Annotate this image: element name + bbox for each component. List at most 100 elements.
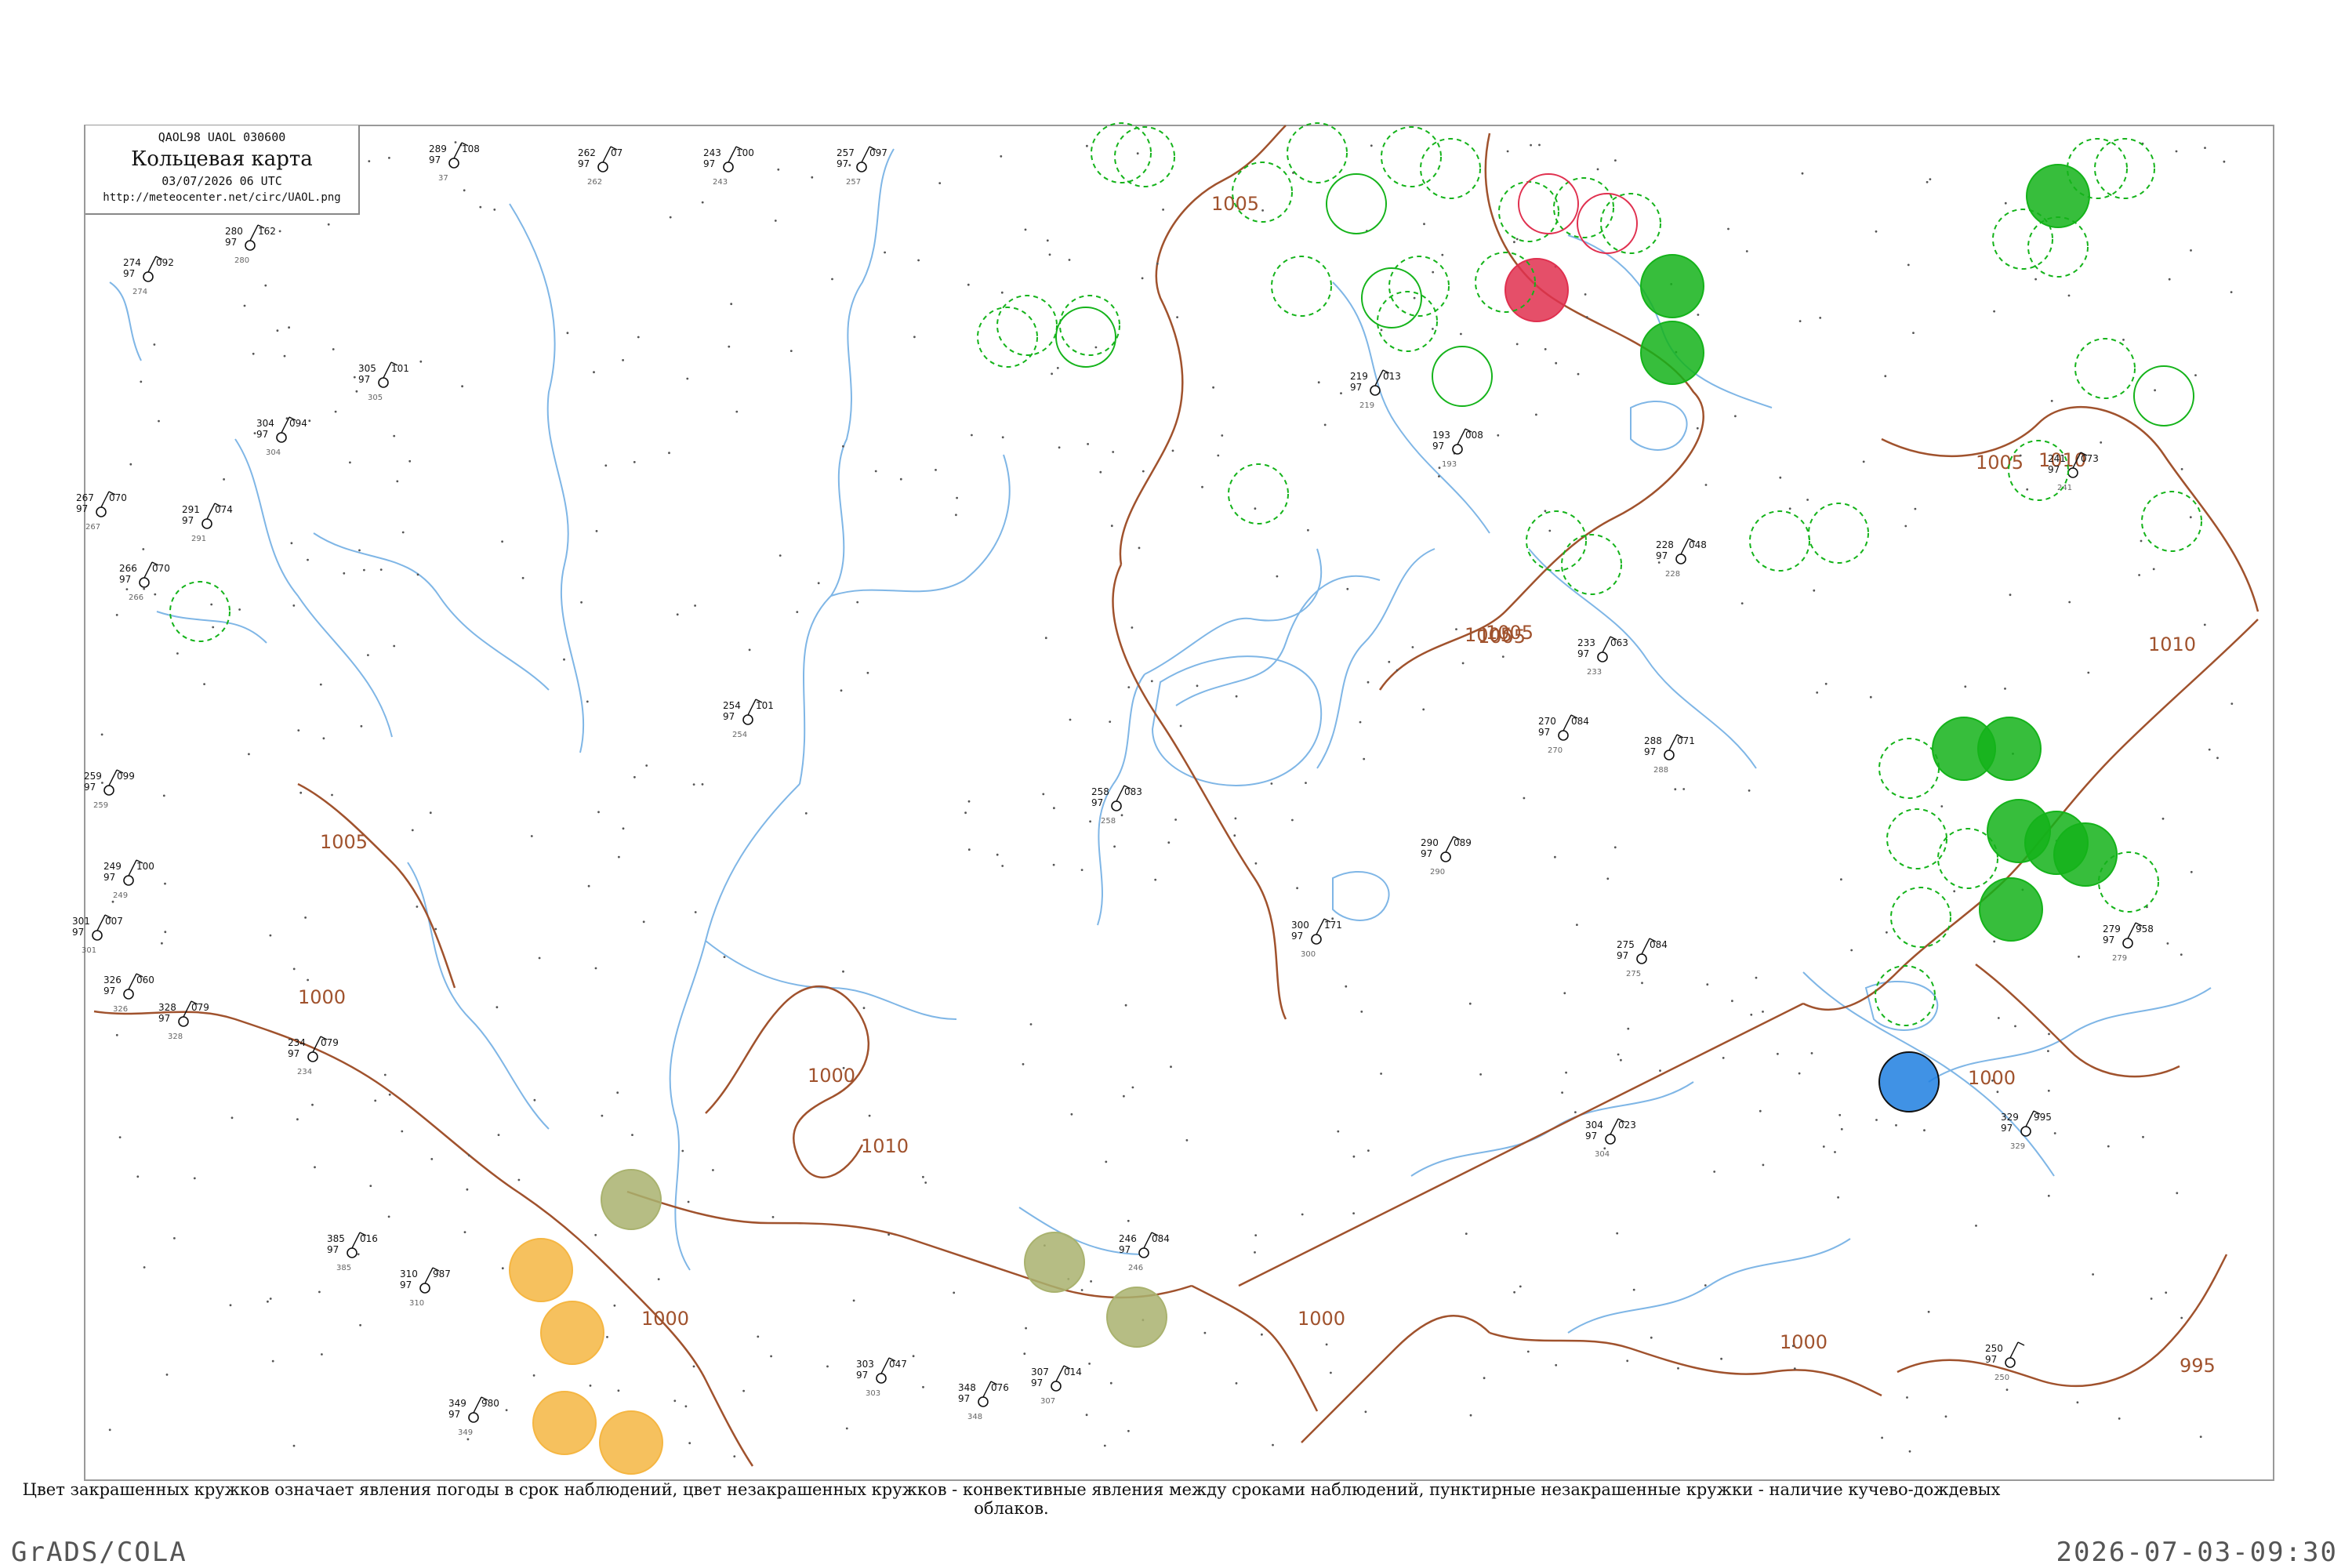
station-id: 290 <box>1430 868 1445 877</box>
station-temperature: 97 <box>84 782 96 793</box>
station-temperature: 97 <box>958 1393 970 1404</box>
station-pressure: 267 <box>76 492 94 503</box>
grid-dot <box>2165 1291 2168 1294</box>
grid-dot <box>1422 708 1425 711</box>
grid-dot <box>804 812 808 815</box>
grid-dot <box>1862 460 1865 463</box>
grid-dot <box>374 1099 377 1102</box>
grid-dot <box>140 380 143 383</box>
grid-dot <box>1024 228 1027 231</box>
station-dewpoint: 063 <box>1610 637 1628 648</box>
station-pressure: 259 <box>84 771 102 782</box>
grid-dot <box>733 1455 736 1457</box>
grid-dot <box>297 729 300 731</box>
grid-dot <box>165 1374 169 1376</box>
station-dewpoint: 100 <box>736 147 754 158</box>
grid-dot <box>789 350 793 352</box>
grid-dot <box>1697 314 1700 316</box>
grid-dot <box>1094 346 1098 349</box>
grid-dot <box>1906 1396 1908 1399</box>
grid-dot <box>2203 623 2206 626</box>
grid-dot <box>532 1374 535 1377</box>
grid-dot <box>1001 865 1004 867</box>
grid-dot <box>292 967 296 971</box>
grid-dot <box>454 141 457 143</box>
station-dewpoint: 108 <box>462 143 480 154</box>
grid-dot <box>2047 1089 2050 1092</box>
grid-dot <box>1704 484 1708 486</box>
grid-dot <box>466 1188 469 1191</box>
station-temperature: 97 <box>1656 550 1668 561</box>
grid-dot <box>770 1355 772 1358</box>
grid-dot <box>2138 574 2141 576</box>
grid-dot <box>701 783 704 786</box>
grid-dot <box>1526 1350 1530 1353</box>
station-dewpoint: 007 <box>105 916 123 927</box>
grid-dot <box>1051 372 1053 376</box>
grid-dot <box>210 603 213 606</box>
grid-dot <box>1087 443 1089 445</box>
station-id: 254 <box>732 731 747 739</box>
map-caption: Цвет закрашенных кружков означает явлени… <box>22 1480 2001 1518</box>
grid-dot <box>1432 270 1435 274</box>
station-pressure: 233 <box>1577 637 1595 648</box>
grid-dot <box>1124 1004 1127 1007</box>
grid-dot <box>1367 1149 1370 1152</box>
grid-dot <box>308 419 311 423</box>
grid-dot <box>1201 485 1203 488</box>
grid-dot <box>1544 348 1547 350</box>
station-circle-icon <box>178 1016 189 1027</box>
grid-dot <box>1881 1436 1884 1439</box>
grid-dot <box>618 855 620 858</box>
grid-dot <box>1080 1289 1083 1291</box>
grid-dot <box>657 1278 660 1280</box>
grid-dot <box>521 576 524 579</box>
grid-dot <box>1519 1285 1522 1288</box>
grid-dot <box>2004 688 2006 690</box>
grid-dot <box>1544 510 1547 513</box>
station-dewpoint: 092 <box>156 257 174 268</box>
grid-dot <box>593 371 595 374</box>
grid-dot <box>840 689 843 692</box>
grid-dot <box>1109 720 1112 723</box>
station-id: 233 <box>1587 668 1602 677</box>
station-dewpoint: 074 <box>215 504 233 515</box>
grid-dot <box>606 1336 608 1338</box>
station-dewpoint: 070 <box>109 492 127 503</box>
grid-dot <box>1731 1000 1733 1003</box>
grid-dot <box>1131 626 1134 629</box>
legend-url-link[interactable]: http://meteocenter.net/circ/UAOL.png <box>85 191 358 204</box>
grid-dot <box>1138 546 1141 550</box>
grid-dot <box>1650 1336 1653 1339</box>
grid-dot <box>601 1114 604 1117</box>
station-dewpoint: 079 <box>321 1037 339 1048</box>
grid-dot <box>1574 1111 1577 1113</box>
grid-dot <box>2092 1273 2095 1276</box>
grid-dot <box>842 1066 845 1069</box>
station-dewpoint: 101 <box>756 700 774 711</box>
grid-dot <box>1123 1094 1125 1098</box>
station-id: 305 <box>368 394 383 402</box>
grid-dot <box>1632 1288 1635 1291</box>
grid-dot <box>723 956 726 958</box>
grid-dot <box>1720 1357 1723 1360</box>
grid-dot <box>2076 1401 2079 1404</box>
grid-dot <box>2180 1316 2183 1319</box>
grid-dot <box>1272 1443 1274 1446</box>
grid-dot <box>1352 1212 1355 1214</box>
grid-dot <box>1706 983 1709 986</box>
grid-dot <box>530 835 533 837</box>
station-temperature: 97 <box>703 158 715 169</box>
grid-dot <box>383 1073 387 1076</box>
haze-fill-circle <box>532 1391 597 1455</box>
grid-dot <box>922 1175 924 1178</box>
station-pressure: 328 <box>158 1002 176 1013</box>
grid-dot <box>1053 807 1055 810</box>
grid-dot <box>252 352 255 355</box>
grid-dot <box>1352 1155 1356 1158</box>
station-circle-icon <box>123 875 134 886</box>
station-id: 348 <box>967 1413 982 1421</box>
fog-fill-circle <box>601 1169 662 1230</box>
grid-dot <box>1620 1058 1622 1062</box>
grid-dot <box>368 160 371 163</box>
